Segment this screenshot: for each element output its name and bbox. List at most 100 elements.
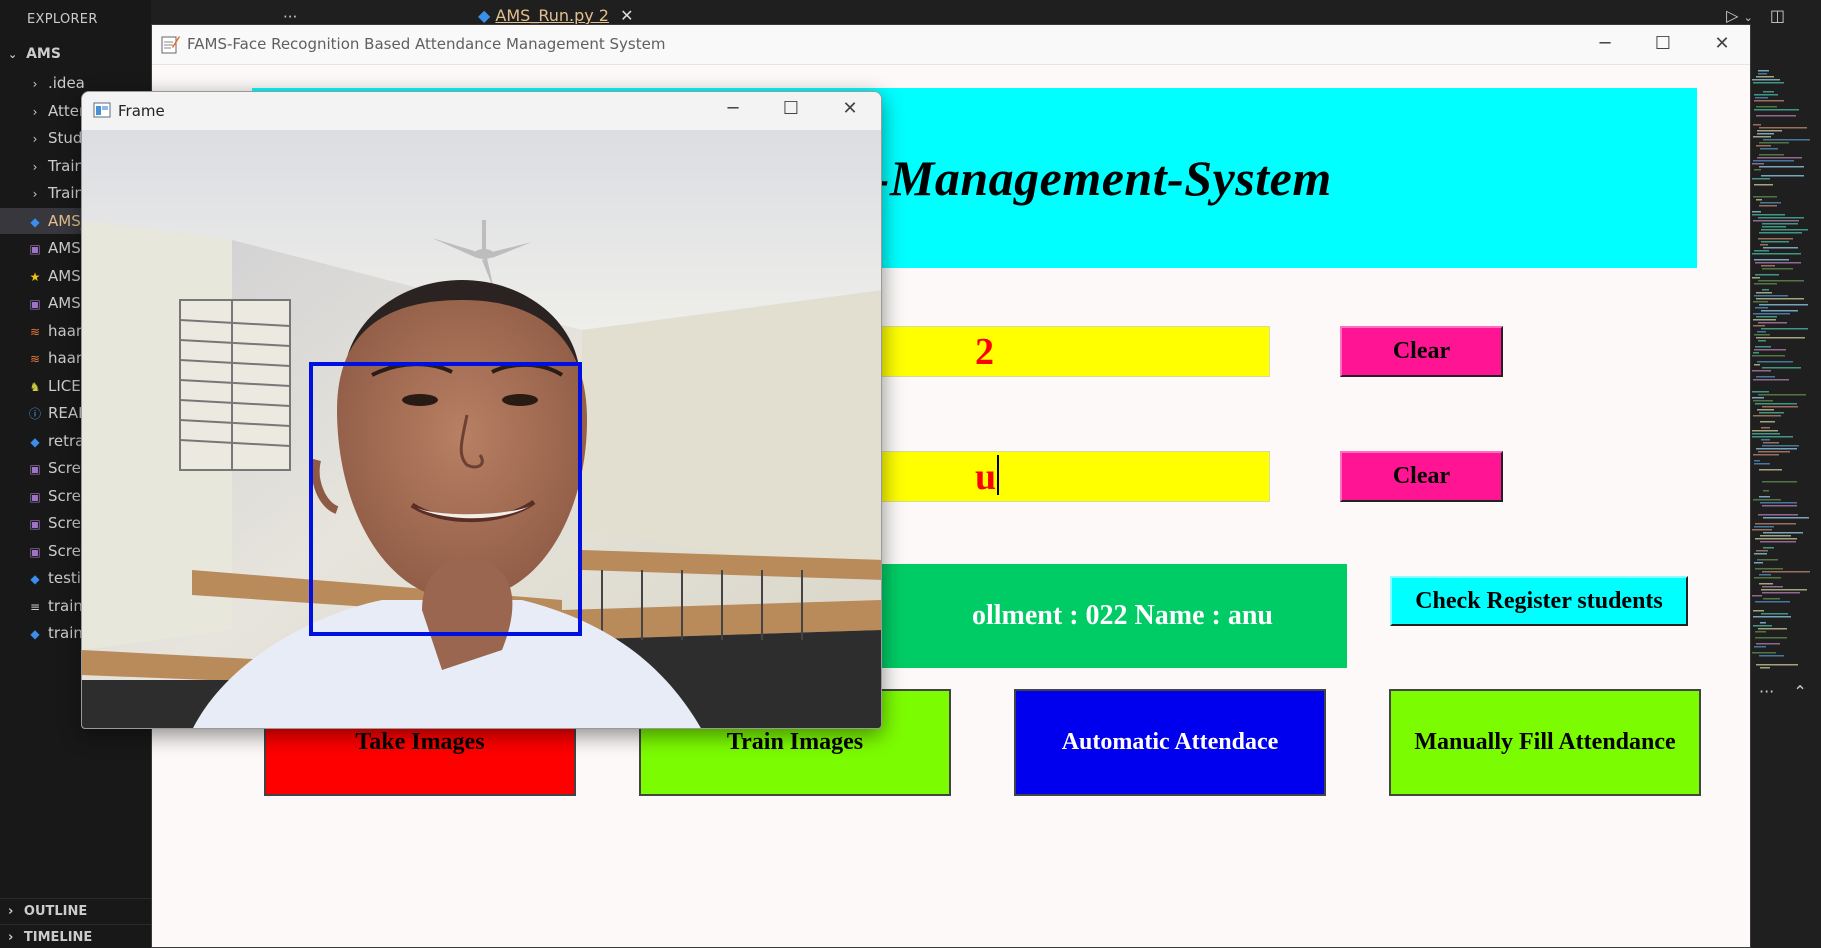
maximize-icon[interactable]: ☐: [1648, 33, 1678, 54]
editor-tab[interactable]: ◆ AMS_Run.py 2 ✕: [478, 6, 633, 25]
minimap-line: [1752, 214, 1785, 216]
minimap-line: [1762, 481, 1797, 483]
chevron-down-icon[interactable]: ⌄: [1744, 11, 1753, 24]
minimap-line: [1760, 541, 1796, 543]
minimap-line: [1757, 331, 1766, 333]
minimap-line: [1759, 154, 1784, 156]
workspace-root[interactable]: ⌄ AMS: [8, 46, 61, 62]
minimap-line: [1753, 379, 1789, 381]
minimap-line: [1754, 646, 1766, 648]
minimap-line: [1753, 499, 1781, 501]
editor-more-icon[interactable]: ··· ⌃: [1759, 682, 1807, 701]
minimap-line: [1752, 595, 1762, 597]
minimap-line: [1753, 196, 1777, 198]
minimap-line: [1752, 355, 1785, 357]
minimap-line: [1753, 319, 1776, 321]
minimap-line: [1761, 427, 1770, 429]
file-tree-item-label: AMS.: [48, 266, 86, 285]
manual-attendance-button[interactable]: Manually Fill Attendance: [1389, 689, 1701, 796]
divider: [0, 898, 151, 899]
image-icon: ▣: [29, 462, 41, 476]
minimap-line: [1758, 514, 1798, 516]
maximize-icon[interactable]: ☐: [776, 98, 806, 119]
minimap-line: [1762, 289, 1769, 291]
outline-section[interactable]: › OUTLINE: [8, 904, 87, 919]
minimap-line: [1752, 436, 1793, 438]
minimap-line: [1757, 361, 1793, 363]
run-icon[interactable]: ▷: [1726, 6, 1738, 25]
minimap-line: [1757, 559, 1778, 561]
minimize-icon[interactable]: ─: [718, 98, 748, 119]
chevron-right-icon: ›: [32, 132, 38, 146]
minimap-line: [1752, 253, 1801, 255]
enrollment-value: 2: [975, 331, 994, 373]
minimap-line: [1759, 496, 1770, 498]
split-editor-icon[interactable]: ◫: [1770, 6, 1785, 25]
minimap-line: [1756, 376, 1775, 378]
minimap-line: [1755, 538, 1797, 540]
minimap-line: [1754, 463, 1770, 465]
minimap-line: [1754, 295, 1788, 297]
minimap-line: [1754, 250, 1769, 252]
workspace-root-label: AMS: [26, 46, 61, 62]
minimap-line: [1763, 490, 1769, 492]
clear-enrollment-button[interactable]: Clear: [1340, 326, 1503, 377]
minimap-line: [1755, 568, 1783, 570]
chevron-right-icon: ›: [32, 187, 38, 201]
timeline-section[interactable]: › TIMELINE: [8, 930, 92, 945]
minimap-line: [1756, 664, 1798, 666]
chevron-right-icon: ›: [32, 77, 38, 91]
clear-name-button[interactable]: Clear: [1340, 451, 1503, 502]
rss-icon: ≋: [29, 324, 41, 339]
chevron-down-icon: ⌄: [8, 48, 18, 61]
minimap-line: [1754, 577, 1781, 579]
minimap-line: [1760, 535, 1791, 537]
minimap-line: [1762, 226, 1786, 228]
minimap-line: [1754, 460, 1760, 462]
minimap-line: [1753, 454, 1779, 456]
check-register-button[interactable]: Check Register students: [1390, 576, 1688, 626]
minimap-line: [1754, 334, 1770, 336]
window-title: FAMS-Face Recognition Based Attendance M…: [187, 35, 666, 53]
notepad-icon: [161, 36, 180, 54]
minimap-line: [1762, 367, 1801, 369]
license-icon: ♞: [29, 379, 41, 394]
file-tree-item-label: AMS.: [48, 239, 86, 257]
minimap-line: [1759, 655, 1784, 657]
minimap-line: [1752, 430, 1778, 432]
minimap-line: [1759, 304, 1808, 306]
minimap-line: [1757, 409, 1774, 411]
timeline-label: TIMELINE: [23, 930, 93, 945]
minimap-line: [1760, 202, 1781, 204]
window-icon: [93, 102, 111, 118]
minimap-line: [1753, 160, 1794, 162]
minimap-line: [1759, 142, 1789, 144]
minimap-line: [1755, 601, 1790, 603]
minimap-line: [1758, 451, 1790, 453]
minimap-line: [1753, 220, 1799, 222]
list-icon: ≡: [29, 599, 41, 614]
text-cursor: [997, 455, 1000, 495]
window-grill: [179, 299, 291, 471]
close-icon[interactable]: ✕: [835, 98, 865, 119]
image-icon: ▣: [29, 297, 41, 311]
name-value: u: [975, 452, 1000, 502]
minimap-line: [1758, 73, 1767, 75]
minimap-line: [1753, 301, 1768, 303]
minimap-line: [1754, 553, 1767, 555]
minimap-line: [1760, 244, 1768, 246]
python-icon: ◆: [30, 214, 40, 229]
close-icon[interactable]: ✕: [620, 6, 633, 25]
minimap-line: [1756, 106, 1777, 108]
minimap-line: [1754, 94, 1778, 96]
chevron-up-icon[interactable]: ⌃: [1793, 682, 1806, 701]
close-icon[interactable]: ✕: [1707, 33, 1737, 54]
minimap-line: [1762, 592, 1800, 594]
automatic-attendance-button[interactable]: Automatic Attendace: [1014, 689, 1326, 796]
minimap-line: [1752, 178, 1770, 180]
minimap-line: [1752, 211, 1761, 213]
minimap-line: [1760, 148, 1778, 150]
minimize-icon[interactable]: ─: [1590, 33, 1620, 54]
editor-minimap[interactable]: [1752, 70, 1821, 670]
outline-label: OUTLINE: [23, 904, 88, 919]
